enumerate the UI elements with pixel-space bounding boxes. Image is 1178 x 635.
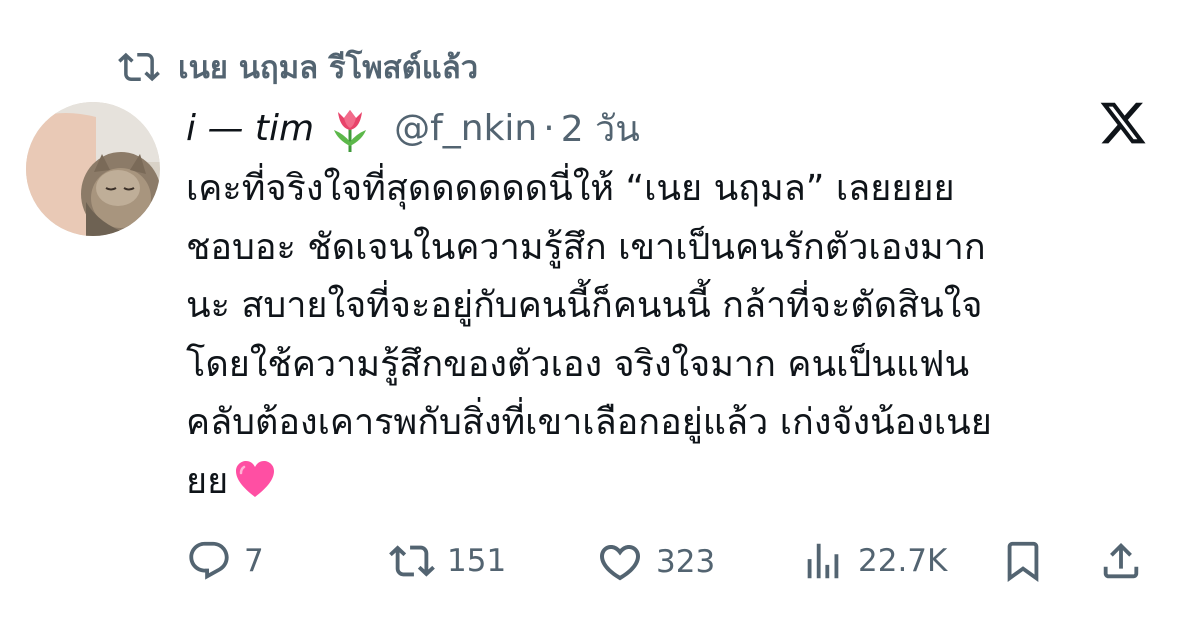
reply-icon bbox=[186, 538, 232, 584]
repost-count: 151 bbox=[447, 543, 507, 579]
views-count: 22.7K bbox=[858, 543, 948, 579]
tulip-icon bbox=[328, 106, 372, 152]
avatar[interactable] bbox=[26, 102, 160, 236]
reply-button[interactable]: 7 bbox=[186, 538, 264, 584]
repost-button[interactable]: 151 bbox=[389, 538, 506, 584]
tweet-text: เคะที่จริงใจที่สุดดดดดดนี่ให้ “เนย นฤมล”… bbox=[186, 168, 992, 502]
share-button[interactable] bbox=[1098, 538, 1144, 584]
x-logo-icon bbox=[1098, 98, 1148, 148]
tweet-body: เคะที่จริงใจที่สุดดดดดดนี่ให้ “เนย นฤมล”… bbox=[186, 160, 1146, 511]
pink-heart-icon bbox=[234, 459, 276, 499]
like-button[interactable]: 323 bbox=[596, 538, 715, 586]
author-handle[interactable]: @f_nkin bbox=[394, 108, 537, 149]
bookmark-icon bbox=[1000, 538, 1046, 584]
heart-icon bbox=[596, 538, 644, 586]
separator-dot: · bbox=[543, 108, 555, 149]
like-count: 323 bbox=[656, 544, 716, 580]
repost-banner[interactable]: เนย นฤมล รีโพสต์แล้ว bbox=[118, 42, 478, 92]
bookmark-button[interactable] bbox=[1000, 538, 1046, 584]
share-icon bbox=[1098, 538, 1144, 584]
display-name[interactable]: i — tim bbox=[186, 108, 314, 149]
repost-banner-text: เนย นฤมล รีโพสต์แล้ว bbox=[178, 50, 479, 86]
views-button[interactable]: 22.7K bbox=[800, 538, 947, 584]
tweet-header: i — tim @f_nkin · 2 วัน bbox=[186, 100, 640, 157]
post-time[interactable]: 2 วัน bbox=[561, 100, 640, 157]
action-bar: 7 151 323 22.7K bbox=[186, 538, 1146, 586]
reply-count: 7 bbox=[244, 543, 264, 579]
repost-icon bbox=[118, 46, 160, 88]
tweet-card[interactable]: เนย นฤมล รีโพสต์แล้ว i — tim @f_nkin · 2… bbox=[0, 0, 1178, 635]
repost-icon bbox=[389, 538, 435, 584]
bar-chart-icon bbox=[800, 538, 846, 584]
